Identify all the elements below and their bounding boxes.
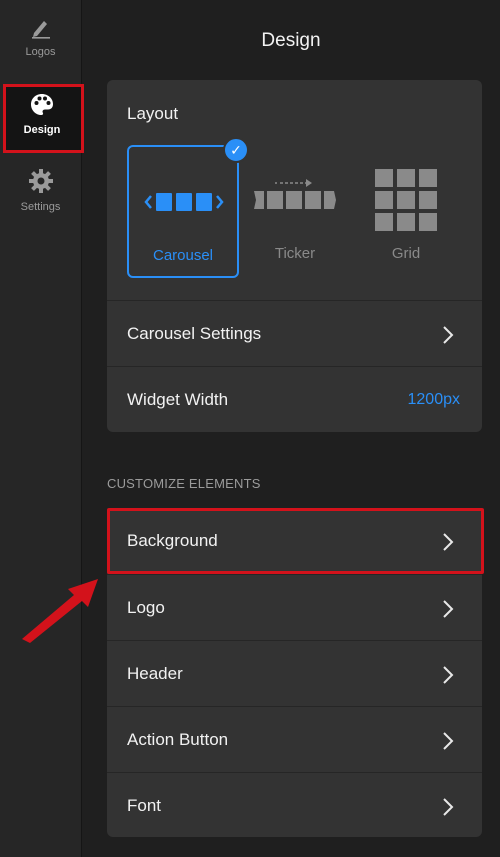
background-highlight-box <box>107 508 484 574</box>
customize-item-header[interactable]: Header <box>107 640 482 706</box>
grid-layout-icon <box>375 169 437 231</box>
nav-item-label: Logos <box>25 46 56 58</box>
nav-item-logos[interactable]: Logos <box>0 16 81 58</box>
customize-section-label: CUSTOMIZE ELEMENTS <box>107 476 261 491</box>
carousel-settings-row[interactable]: Carousel Settings <box>107 300 482 366</box>
layout-option-label: Carousel <box>152 247 214 264</box>
carousel-layout-icon <box>144 193 224 211</box>
widget-width-row[interactable]: Widget Width 1200px <box>107 366 482 432</box>
chevron-right-icon <box>443 326 454 344</box>
customize-item-label: Logo <box>127 598 165 617</box>
customize-item-label: Font <box>127 796 162 815</box>
layout-option-label: Grid <box>391 245 421 262</box>
customize-item-label: Action Button <box>127 730 229 749</box>
pointer-arrow-icon <box>22 579 98 643</box>
layout-option-carousel[interactable]: ✓ Carousel <box>127 137 249 278</box>
nav-design-highlight <box>3 84 84 153</box>
nav-item-label: Settings <box>20 201 61 213</box>
chevron-right-icon <box>443 732 454 750</box>
customize-item-label: Header <box>127 664 183 683</box>
layout-title: Layout <box>127 104 179 123</box>
customize-item-font[interactable]: Font <box>107 772 482 838</box>
gear-icon <box>28 169 53 193</box>
chevron-right-icon <box>443 666 454 684</box>
widget-width-value[interactable]: 1200px <box>408 391 461 409</box>
customize-item-action-button[interactable]: Action Button <box>107 706 482 772</box>
chevron-right-icon <box>443 600 454 618</box>
layout-option-grid[interactable]: Grid <box>350 145 462 278</box>
left-nav: Logos Design Settings <box>0 0 84 857</box>
nav-item-settings[interactable]: Settings <box>0 167 81 213</box>
chevron-right-icon <box>443 798 454 816</box>
panel-title: Design <box>261 30 321 51</box>
layout-option-ticker[interactable]: Ticker <box>239 145 351 278</box>
layout-option-label: Ticker <box>274 245 316 262</box>
carousel-settings-label: Carousel Settings <box>127 324 262 343</box>
customize-item-logo[interactable]: Logo <box>107 574 482 640</box>
layout-card: Layout ✓ Carousel Ticker Grid Carousel S… <box>107 80 482 432</box>
pen-icon <box>31 21 50 39</box>
ticker-layout-icon <box>254 179 336 209</box>
widget-width-label: Widget Width <box>127 390 229 409</box>
